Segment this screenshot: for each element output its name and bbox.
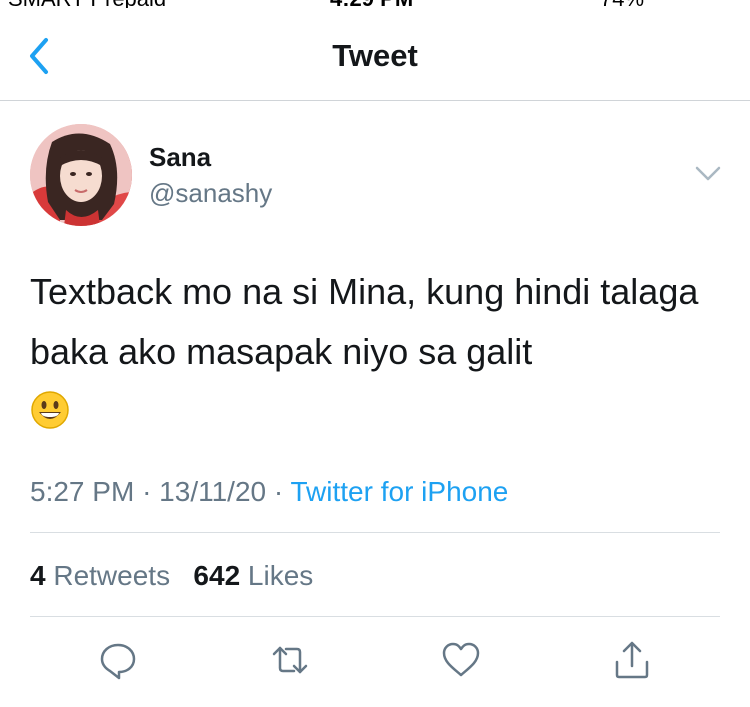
like-button[interactable] — [441, 640, 481, 680]
page-title: Tweet — [332, 38, 418, 73]
tweet-text: Textback mo na si Mina, kung hindi talag… — [30, 262, 720, 442]
retweets-stat[interactable]: 4 Retweets — [30, 560, 178, 591]
chevron-down-icon — [695, 166, 721, 181]
meta-separator: · — [273, 476, 284, 507]
likes-label: Likes — [247, 560, 314, 591]
tweet-date: 13/11/20 — [159, 476, 267, 507]
retweets-label: Retweets — [53, 560, 171, 591]
likes-count: 642 — [193, 560, 241, 591]
share-icon — [615, 641, 649, 679]
nav-bar: Tweet — [0, 0, 750, 101]
avatar[interactable] — [30, 124, 132, 226]
author-handle[interactable]: @sanashy — [149, 178, 272, 209]
grinning-face-emoji — [30, 388, 70, 429]
engagement-counts: 4 Retweets 642 Likes — [30, 560, 313, 592]
author-name[interactable]: Sana — [149, 142, 211, 173]
tweet-source-link[interactable]: Twitter for iPhone — [290, 476, 508, 507]
tweet-time: 5:27 PM — [30, 476, 135, 507]
heart-icon — [442, 642, 480, 677]
reply-icon — [100, 643, 136, 680]
likes-stat[interactable]: 642 Likes — [193, 560, 313, 591]
avatar-image — [30, 124, 132, 226]
more-options-button[interactable] — [694, 164, 722, 184]
retweets-count: 4 — [30, 560, 46, 591]
retweet-icon — [272, 646, 308, 674]
divider — [30, 532, 720, 533]
share-button[interactable] — [612, 640, 652, 680]
tweet-meta: 5:27 PM · 13/11/20 · Twitter for iPhone — [30, 476, 508, 508]
reply-button[interactable] — [98, 640, 138, 680]
retweet-button[interactable] — [270, 640, 310, 680]
meta-separator: · — [142, 476, 152, 507]
divider — [30, 616, 720, 617]
tweet-body: Textback mo na si Mina, kung hindi talag… — [30, 271, 699, 372]
